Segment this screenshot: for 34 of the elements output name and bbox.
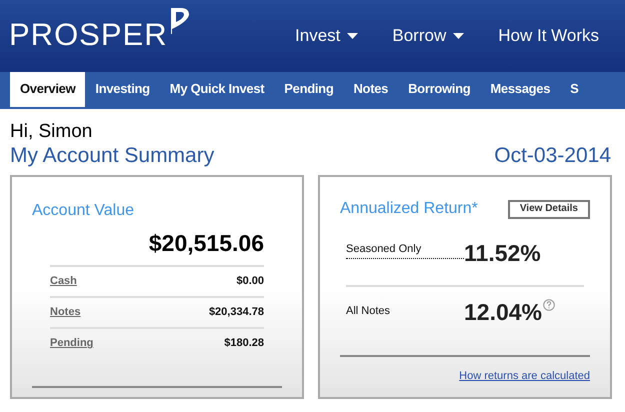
page-title: My Account Summary: [10, 143, 214, 169]
tab[interactable]: Messages: [480, 72, 560, 107]
nav-link[interactable]: Invest: [295, 23, 358, 49]
row-link[interactable]: Notes: [50, 304, 81, 321]
account-total: $20,515.06: [148, 229, 264, 257]
tab[interactable]: S: [560, 72, 589, 107]
tab[interactable]: Borrowing: [398, 72, 480, 107]
tab[interactable]: Investing: [85, 72, 160, 107]
caret-icon: [347, 33, 358, 39]
tab[interactable]: Overview: [10, 72, 86, 107]
row-link[interactable]: Pending: [50, 335, 94, 352]
tab[interactable]: Notes: [343, 72, 398, 107]
logo[interactable]: PROSPER: [9, 18, 168, 50]
card-title: Account Value: [32, 201, 135, 221]
row-value: $20,334.78: [208, 305, 264, 320]
row-value: $0.00: [236, 274, 264, 290]
caret-icon: [453, 33, 464, 39]
nav-link[interactable]: How It Works: [498, 23, 599, 49]
view-details-button[interactable]: View Details: [508, 200, 590, 218]
greeting: Hi, Simon: [10, 121, 94, 143]
row-link[interactable]: Cash: [50, 273, 77, 290]
return-value: 11.52%: [464, 238, 541, 268]
nav-link[interactable]: Borrow: [392, 23, 464, 49]
return-value: 12.04%: [464, 298, 542, 327]
date: Oct-03-2014: [494, 143, 611, 169]
row-value: $180.28: [224, 336, 264, 352]
tab[interactable]: My Quick Invest: [160, 72, 274, 107]
return-label: Seasoned Only: [346, 241, 464, 258]
return-label: All Notes: [346, 304, 392, 319]
flag-icon: [168, 6, 191, 34]
help-icon[interactable]: [543, 299, 556, 311]
tab[interactable]: Pending: [274, 72, 344, 107]
returns-link[interactable]: How returns are calculated: [459, 370, 590, 382]
card-title: Annualized Return*: [340, 199, 478, 219]
